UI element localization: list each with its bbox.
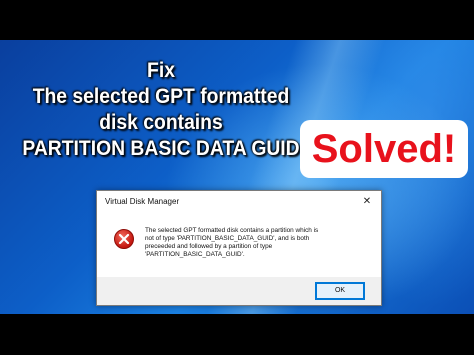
bottom-letterbox (0, 314, 474, 355)
headline-line-3: disk contains (99, 111, 223, 134)
headline-line-2: The selected GPT formatted (32, 85, 290, 108)
virtual-disk-manager-dialog: Virtual Disk Manager ✕ The selected GPT … (96, 190, 382, 306)
close-icon[interactable]: ✕ (359, 194, 375, 210)
error-icon (114, 229, 134, 249)
headline-line-4: PARTITION BASIC DATA GUID (22, 137, 300, 160)
dialog-titlebar[interactable]: Virtual Disk Manager ✕ (97, 191, 381, 213)
message-line: not of type 'PARTITION_BASIC_DATA_GUID',… (145, 235, 310, 242)
thumbnail-headline: Fix The selected GPT formatted disk cont… (0, 58, 322, 162)
solved-text: Solved! (311, 127, 457, 171)
message-line: preceeded and followed by a partition of… (145, 243, 273, 250)
message-line: The selected GPT formatted disk contains… (145, 227, 319, 234)
dialog-footer: OK (97, 277, 381, 305)
dialog-title: Virtual Disk Manager (105, 197, 180, 206)
dialog-message: The selected GPT formatted disk contains… (145, 227, 371, 259)
top-letterbox (0, 0, 474, 40)
headline-line-1: Fix (147, 59, 175, 82)
ok-button[interactable]: OK (315, 282, 365, 300)
message-line: 'PARTITION_BASIC_DATA_GUID'. (145, 251, 245, 258)
